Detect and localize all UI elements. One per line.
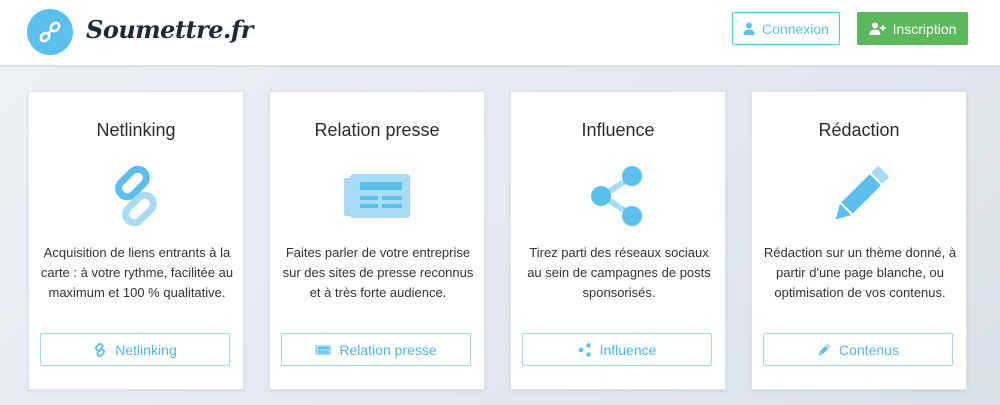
netlinking-button[interactable]: Netlinking: [40, 333, 230, 366]
pencil-icon: [835, 166, 889, 220]
newspaper-icon: [315, 344, 332, 355]
card-description: Rédaction sur un thème donné, à partir d…: [763, 245, 957, 300]
button-label: Contenus: [839, 341, 899, 358]
login-button[interactable]: Connexion: [732, 12, 840, 45]
share-icon: [578, 342, 591, 357]
card-description: Tirez parti des réseaux sociaux au sein …: [527, 245, 711, 300]
relation-presse-button[interactable]: Relation presse: [281, 333, 471, 366]
card-title: Rédaction: [818, 120, 900, 140]
link-icon: [95, 342, 106, 357]
card-netlinking: Netlinking Acquisition de liens entrants…: [28, 91, 244, 390]
card-description: Acquisition de liens entrants à la carte…: [40, 245, 234, 300]
button-label: Relation presse: [339, 341, 437, 358]
card-description: Faites parler de votre entreprise sur de…: [282, 245, 474, 300]
signup-label: Inscription: [892, 20, 957, 37]
share-icon: [591, 166, 642, 226]
card-redaction: Rédaction Rédaction sur un thème donné, …: [751, 91, 967, 390]
link-icon: [115, 165, 157, 227]
signup-button[interactable]: Inscription: [857, 12, 968, 45]
influence-button[interactable]: Influence: [522, 333, 712, 366]
pencil-icon: [818, 343, 831, 355]
button-label: Influence: [599, 341, 657, 358]
user-icon: [743, 22, 755, 35]
brand-name[interactable]: Soumettre.fr: [86, 15, 253, 44]
card-title: Influence: [581, 120, 655, 140]
contenus-button[interactable]: Contenus: [763, 333, 953, 366]
newspaper-icon: [344, 174, 410, 218]
login-label: Connexion: [762, 20, 829, 37]
user-plus-icon: [869, 22, 886, 35]
card-title: Netlinking: [96, 120, 176, 140]
site-header: Soumettre.fr Connexion Inscription: [0, 0, 1000, 66]
card-influence: Influence Tirez parti des réseaux sociau…: [510, 91, 726, 390]
card-relation-presse: Relation presse Faites parler de votre e…: [269, 91, 485, 390]
logo-icon[interactable]: [27, 9, 73, 55]
button-label: Netlinking: [115, 341, 177, 358]
card-title: Relation presse: [314, 120, 440, 140]
